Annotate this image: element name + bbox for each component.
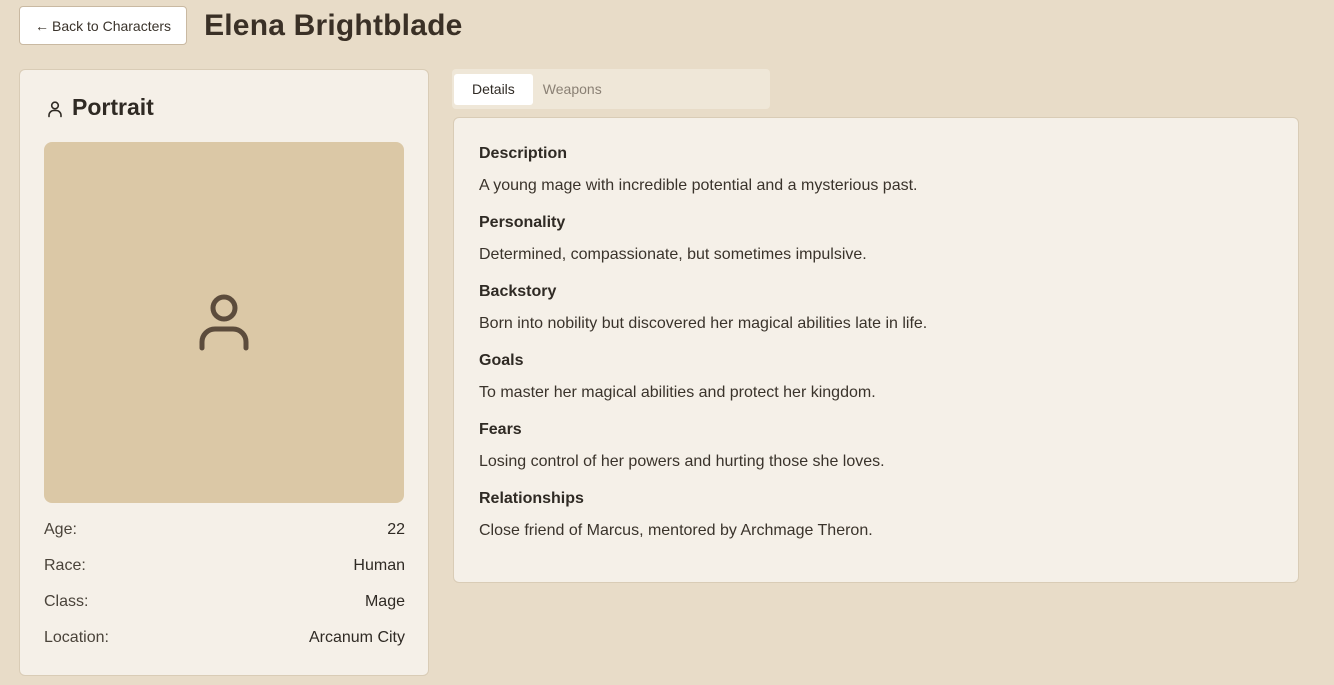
portrait-user-icon — [199, 294, 249, 350]
details-section-goals: Goals To master her magical abilities an… — [479, 351, 1273, 403]
portrait-card: Portrait Age: 22 Race: Human Class: Mage… — [19, 69, 429, 676]
stat-value: Human — [353, 557, 405, 574]
section-text: Close friend of Marcus, mentored by Arch… — [479, 522, 873, 539]
section-text: Born into nobility but discovered her ma… — [479, 315, 928, 332]
stat-row-location: Location: Arcanum City — [44, 620, 405, 656]
stat-row-class: Class: Mage — [44, 584, 405, 620]
page-header: ← Back to Characters Elena Brightblade — [19, 6, 463, 45]
arrow-left-icon: ← — [35, 17, 49, 34]
details-section-backstory: Backstory Born into nobility but discove… — [479, 282, 1273, 334]
character-stats: Age: 22 Race: Human Class: Mage Location… — [44, 512, 405, 656]
details-panel: Description A young mage with incredible… — [453, 117, 1299, 583]
section-heading: Backstory — [479, 283, 557, 300]
portrait-placeholder — [44, 142, 404, 503]
tab-bar: Details Weapons — [452, 69, 770, 109]
back-to-characters-button[interactable]: ← Back to Characters — [19, 6, 188, 45]
stat-value: Mage — [364, 593, 405, 610]
details-section-description: Description A young mage with incredible… — [479, 144, 1273, 196]
user-icon — [48, 100, 62, 117]
page-title: Elena Brightblade — [204, 8, 463, 42]
section-text: Losing control of her powers and hurting… — [479, 453, 885, 470]
back-button-label: Back to Characters — [52, 17, 172, 34]
stat-label: Age: — [44, 521, 77, 538]
stat-row-age: Age: 22 — [44, 512, 405, 548]
details-section-personality: Personality Determined, compassionate, b… — [479, 213, 1273, 265]
stat-value: Arcanum City — [308, 629, 405, 646]
section-text: Determined, compassionate, but sometimes… — [479, 246, 867, 263]
stat-label: Location: — [44, 629, 109, 646]
tab-details[interactable]: Details — [454, 73, 533, 105]
portrait-heading: Portrait — [46, 94, 154, 121]
stat-value: 22 — [387, 521, 405, 538]
details-section-fears: Fears Losing control of her powers and h… — [479, 420, 1273, 472]
details-section-relationships: Relationships Close friend of Marcus, me… — [479, 489, 1273, 541]
section-text: To master her magical abilities and prot… — [479, 384, 876, 401]
section-text: A young mage with incredible potential a… — [479, 177, 918, 194]
stat-label: Class: — [44, 593, 89, 610]
section-heading: Goals — [479, 352, 524, 369]
stat-row-race: Race: Human — [44, 548, 405, 584]
portrait-title: Portrait — [72, 94, 154, 120]
section-heading: Relationships — [479, 490, 584, 507]
tab-weapons[interactable]: Weapons — [533, 74, 612, 105]
section-heading: Personality — [479, 214, 566, 231]
stat-label: Race: — [44, 557, 86, 574]
section-heading: Description — [479, 145, 568, 162]
section-heading: Fears — [479, 421, 522, 438]
